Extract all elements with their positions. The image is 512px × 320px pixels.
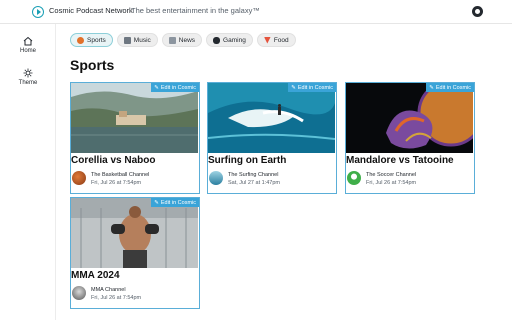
episode-title[interactable]: Surfing on Earth (208, 155, 286, 166)
sidebar-item-theme[interactable]: Theme (0, 68, 56, 86)
sun-icon (23, 68, 33, 78)
episode-thumbnail[interactable] (346, 83, 473, 153)
episode-date: Fri, Jul 26 at 7:54pm (91, 180, 142, 186)
category-tabs: Sports Music News Gaming Food (70, 33, 296, 47)
channel-name: MMA Channel (91, 287, 126, 293)
sidebar: Home Theme (0, 24, 56, 320)
edit-in-cosmic-button[interactable]: ✎ Edit in Cosmic (426, 83, 474, 92)
tab-label: Gaming (223, 36, 246, 44)
episode-card[interactable]: ✎ Edit in Cosmic Mandalore vs Tatooine T… (345, 82, 475, 194)
tab-food[interactable]: Food (256, 33, 296, 47)
github-icon[interactable] (472, 6, 483, 17)
sidebar-item-home[interactable]: Home (0, 36, 56, 54)
pizza-icon (263, 36, 271, 44)
gamepad-icon (213, 36, 221, 44)
tab-music[interactable]: Music (116, 33, 158, 47)
episode-card[interactable]: ✎ Edit in Cosmic Corellia vs Naboo The B… (70, 82, 200, 194)
tab-gaming[interactable]: Gaming (206, 33, 253, 47)
channel-name: The Basketball Channel (91, 172, 150, 178)
channel-avatar (72, 286, 86, 300)
channel-avatar (347, 171, 361, 185)
home-icon (23, 36, 33, 46)
episode-thumbnail[interactable] (71, 83, 198, 153)
tab-label: Food (273, 36, 289, 44)
top-bar: Cosmic Podcast Network The best entertai… (0, 0, 512, 24)
edit-label: Edit in Cosmic (297, 84, 333, 91)
edit-in-cosmic-button[interactable]: ✎ Edit in Cosmic (151, 83, 199, 92)
episode-card[interactable]: ✎ Edit in Cosmic MMA 2024 MMA Channel Fr… (70, 197, 200, 309)
channel-avatar (209, 171, 223, 185)
sidebar-item-label: Home (19, 48, 36, 54)
channel-name: The Surfing Channel (228, 172, 279, 178)
episode-date: Fri, Jul 26 at 7:54pm (91, 295, 142, 301)
edit-label: Edit in Cosmic (435, 84, 471, 91)
edit-label: Edit in Cosmic (160, 199, 196, 206)
episode-title[interactable]: MMA 2024 (71, 270, 120, 281)
edit-label: Edit in Cosmic (160, 84, 196, 91)
tab-sports[interactable]: Sports (70, 33, 113, 47)
pencil-icon: ✎ (291, 84, 296, 91)
sidebar-item-label: Theme (18, 80, 38, 86)
episode-date: Sat, Jul 27 at 1:47pm (228, 180, 280, 186)
tagline: The best entertainment in the galaxy™ (131, 6, 260, 15)
tab-news[interactable]: News (161, 33, 203, 47)
tab-label: Music (133, 36, 151, 44)
episode-date: Fri, Jul 26 at 7:54pm (366, 180, 417, 186)
tab-label: News (178, 36, 196, 44)
channel-avatar (72, 171, 86, 185)
episode-thumbnail[interactable] (71, 198, 198, 268)
newspaper-icon (168, 36, 176, 44)
pencil-icon: ✎ (429, 84, 434, 91)
channel-name: The Soccer Channel (366, 172, 417, 178)
brand-name[interactable]: Cosmic Podcast Network (49, 6, 133, 15)
episode-title[interactable]: Mandalore vs Tatooine (346, 155, 454, 166)
pencil-icon: ✎ (154, 84, 159, 91)
music-icon (123, 36, 131, 44)
play-logo-icon[interactable] (32, 6, 44, 18)
episode-title[interactable]: Corellia vs Naboo (71, 155, 155, 166)
episode-thumbnail[interactable] (208, 83, 335, 153)
episode-card[interactable]: ✎ Edit in Cosmic Surfing on Earth The Su… (207, 82, 337, 194)
edit-in-cosmic-button[interactable]: ✎ Edit in Cosmic (288, 83, 336, 92)
pencil-icon: ✎ (154, 199, 159, 206)
edit-in-cosmic-button[interactable]: ✎ Edit in Cosmic (151, 198, 199, 207)
basketball-icon (77, 36, 84, 44)
tab-label: Sports (87, 36, 106, 44)
page-title: Sports (70, 57, 115, 73)
